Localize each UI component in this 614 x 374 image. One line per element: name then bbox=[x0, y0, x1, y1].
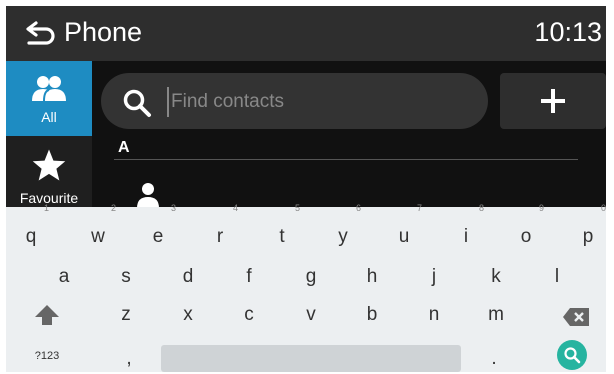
key-z[interactable]: z bbox=[106, 295, 146, 335]
key-i[interactable]: i8 bbox=[446, 203, 486, 257]
key-s[interactable]: s bbox=[106, 257, 146, 297]
key-m[interactable]: m bbox=[476, 295, 516, 335]
symbols-key[interactable]: ?123 bbox=[27, 336, 67, 372]
key-comma[interactable]: , bbox=[109, 339, 149, 372]
contacts-area: All Favourite A bbox=[6, 61, 606, 208]
sidebar: All Favourite bbox=[6, 61, 92, 207]
section-divider bbox=[114, 159, 578, 160]
contacts-group-icon bbox=[32, 76, 66, 102]
shift-icon[interactable] bbox=[33, 303, 61, 327]
spacebar[interactable] bbox=[161, 345, 461, 372]
key-period[interactable]: . bbox=[474, 339, 514, 372]
key-o[interactable]: o9 bbox=[506, 203, 546, 257]
sidebar-item-favourite[interactable]: Favourite bbox=[6, 136, 92, 211]
clock: 10:13 bbox=[534, 17, 602, 47]
key-h[interactable]: h bbox=[352, 257, 392, 297]
sidebar-item-label: All bbox=[41, 109, 57, 125]
key-x[interactable]: x bbox=[168, 295, 208, 335]
key-e[interactable]: e3 bbox=[138, 203, 178, 257]
key-t[interactable]: t5 bbox=[262, 203, 302, 257]
key-n[interactable]: n bbox=[414, 295, 454, 335]
keyboard-search-button[interactable] bbox=[557, 340, 587, 370]
key-u[interactable]: u7 bbox=[384, 203, 424, 257]
sidebar-item-label: Favourite bbox=[19, 190, 79, 206]
key-j[interactable]: j bbox=[414, 257, 454, 297]
phone-screen: Phone 10:13 All Favourite Find contacts … bbox=[6, 6, 606, 372]
key-w[interactable]: w2 bbox=[78, 203, 118, 257]
back-icon[interactable] bbox=[24, 19, 60, 47]
key-l[interactable]: l bbox=[537, 257, 577, 297]
star-icon bbox=[32, 149, 66, 181]
key-q[interactable]: q1 bbox=[11, 203, 51, 257]
key-r[interactable]: r4 bbox=[200, 203, 240, 257]
key-g[interactable]: g bbox=[291, 257, 331, 297]
key-d[interactable]: d bbox=[168, 257, 208, 297]
title-bar: Phone 10:13 bbox=[6, 6, 606, 61]
key-p[interactable]: p0 bbox=[568, 203, 606, 257]
key-b[interactable]: b bbox=[352, 295, 392, 335]
key-c[interactable]: c bbox=[229, 295, 269, 335]
key-k[interactable]: k bbox=[476, 257, 516, 297]
key-a[interactable]: a bbox=[44, 257, 84, 297]
contact-avatar-icon bbox=[137, 183, 159, 208]
backspace-icon[interactable] bbox=[562, 307, 590, 327]
plus-icon bbox=[541, 89, 565, 113]
key-v[interactable]: v bbox=[291, 295, 331, 335]
search-bar[interactable] bbox=[101, 73, 488, 129]
add-contact-button[interactable] bbox=[500, 73, 606, 129]
section-header: A bbox=[118, 139, 130, 156]
key-f[interactable]: f bbox=[229, 257, 269, 297]
key-y[interactable]: y6 bbox=[323, 203, 363, 257]
on-screen-keyboard: q1 w2 e3 r4 t5 y6 u7 i8 o9 p0 a s d f g … bbox=[6, 203, 606, 372]
sidebar-item-all[interactable]: All bbox=[6, 61, 92, 136]
search-icon bbox=[123, 89, 151, 117]
search-icon bbox=[564, 347, 581, 364]
page-title: Phone bbox=[64, 17, 143, 47]
search-input[interactable] bbox=[167, 87, 473, 117]
